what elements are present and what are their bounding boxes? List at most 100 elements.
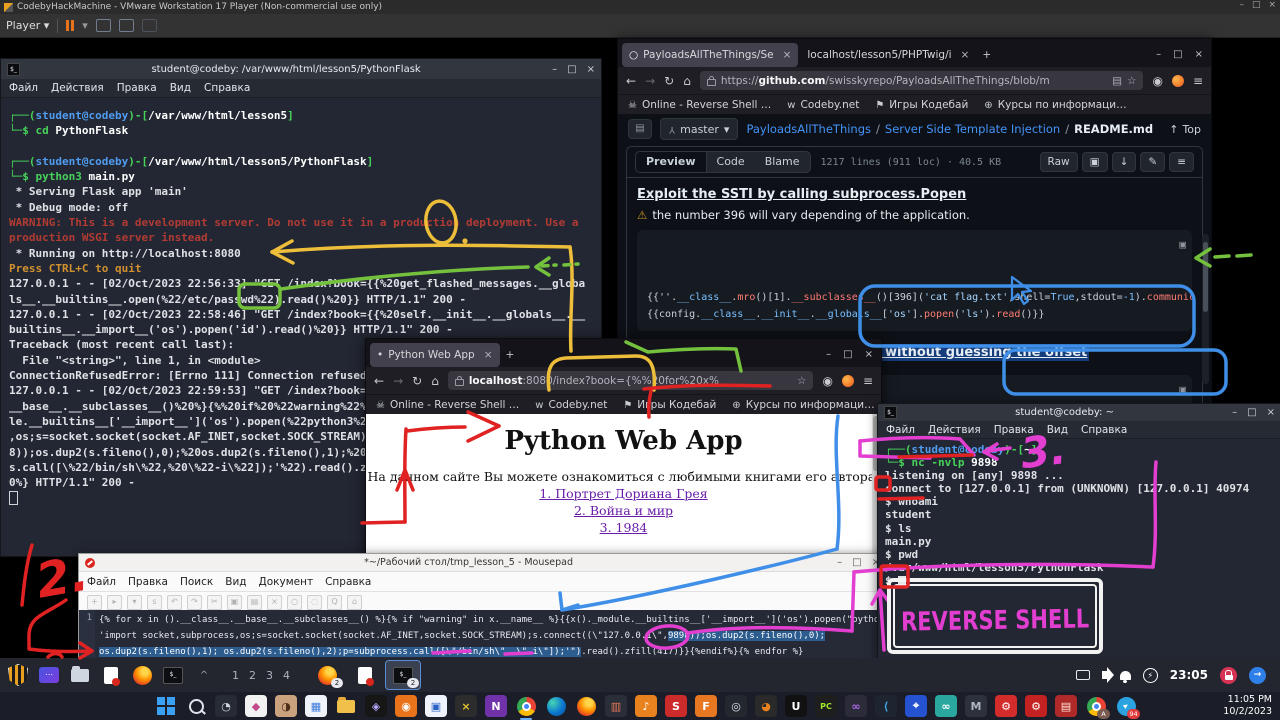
vmware-close-button[interactable]: × xyxy=(1268,0,1276,10)
menu-item[interactable]: Правка xyxy=(994,424,1034,436)
bookmark-courses[interactable]: ⊕Курсы по информаци… xyxy=(732,399,874,411)
toolbar-icon[interactable]: ↶ xyxy=(167,595,182,610)
text-editor-icon[interactable] xyxy=(99,663,123,687)
windows-clock[interactable]: 11:05 PM 10/2/2023 xyxy=(1223,694,1272,718)
close-button[interactable]: × xyxy=(1267,407,1275,418)
logout-icon[interactable]: → xyxy=(1249,667,1266,684)
raw-button[interactable]: Raw xyxy=(1040,152,1078,172)
vmware-maximize-button[interactable]: □ xyxy=(1252,0,1261,10)
toolbar-icon[interactable]: ✂ xyxy=(207,595,222,610)
workspace-4[interactable]: 4 xyxy=(280,669,293,682)
calendar-app-icon[interactable]: ▦ xyxy=(305,695,327,717)
maximize-button[interactable]: □ xyxy=(567,64,576,75)
firefox-account-icon[interactable] xyxy=(1172,75,1184,87)
menu-item[interactable]: Справка xyxy=(325,576,371,588)
lock-screen-icon[interactable] xyxy=(1220,667,1237,684)
toolbar-icon[interactable]: Q xyxy=(327,595,342,610)
tab-close-icon[interactable]: × xyxy=(783,49,792,61)
tab-close-icon[interactable]: × xyxy=(961,49,970,61)
portrait-app-icon[interactable]: ◑ xyxy=(275,695,297,717)
maximize-button[interactable]: □ xyxy=(852,557,861,568)
bookmark-codeby[interactable]: wCodeby.net xyxy=(787,99,859,111)
minimize-button[interactable]: – xyxy=(1232,407,1237,418)
onenote-app-icon[interactable]: N xyxy=(485,695,507,717)
firefox-browser-icon[interactable] xyxy=(575,695,597,717)
maximize-button[interactable]: □ xyxy=(843,349,852,360)
back-button[interactable]: ← xyxy=(626,74,636,88)
firefox-account-icon[interactable] xyxy=(842,375,854,387)
file-tree-icon[interactable]: ▤ xyxy=(628,119,652,139)
workspace-3[interactable]: 3 xyxy=(263,669,276,682)
breadcrumb-repo-link[interactable]: PayloadsAllTheThings xyxy=(746,122,871,136)
timer-app-icon[interactable]: ◉ xyxy=(395,695,417,717)
toolbar-icon[interactable]: ▾ xyxy=(127,595,142,610)
file-manager-icon[interactable] xyxy=(68,663,92,687)
toolbar-icon[interactable]: ▤ xyxy=(247,595,262,610)
reader-view-icon[interactable]: ▤ xyxy=(1112,75,1122,87)
notifications-icon[interactable] xyxy=(1120,671,1131,680)
colors-app-icon[interactable]: ◆ xyxy=(245,695,267,717)
menu-item[interactable]: Файл xyxy=(9,82,38,94)
scrollbar[interactable] xyxy=(1202,234,1209,384)
app-menu-button[interactable]: ≡ xyxy=(1193,74,1203,88)
falcon-app-icon[interactable]: M xyxy=(965,695,987,717)
suspend-dropdown[interactable]: ▾ xyxy=(82,19,88,32)
reload-button[interactable]: ↻ xyxy=(412,374,422,388)
toolbar-icon[interactable]: ▸ xyxy=(107,595,122,610)
menu-item[interactable]: Файл xyxy=(886,424,915,436)
search-button[interactable] xyxy=(185,695,207,717)
book-link[interactable]: 3. 1984 xyxy=(366,520,881,535)
workspace-2[interactable]: 2 xyxy=(246,669,259,682)
bookmark-codeby[interactable]: wCodeby.net xyxy=(535,399,607,411)
vscode-app-icon[interactable]: ⟨ xyxy=(875,695,897,717)
start-button[interactable] xyxy=(155,695,177,717)
back-button[interactable]: ← xyxy=(374,374,384,388)
edge-browser-icon[interactable] xyxy=(545,695,567,717)
red-gear-app-icon-1[interactable]: ⚙ xyxy=(995,695,1017,717)
menu-item[interactable]: Правка xyxy=(117,82,157,94)
back-to-top-link[interactable]: ↑Top xyxy=(1169,123,1201,136)
mousepad-editor[interactable]: 1 {% for x in ().__class__.__base__.__su… xyxy=(79,610,886,659)
home-button[interactable]: ⌂ xyxy=(683,74,691,88)
minimize-button[interactable]: – xyxy=(552,64,557,75)
toolbar-icon[interactable]: ↷ xyxy=(187,595,202,610)
vmware-titlebar[interactable]: CodebyHackMachine - VMware Workstation 1… xyxy=(0,0,1280,14)
app-menu-button[interactable]: ≡ xyxy=(863,374,873,388)
menu-item[interactable]: Действия xyxy=(51,82,104,94)
menu-item[interactable]: Справка xyxy=(204,82,250,94)
menu-item[interactable]: Вид xyxy=(225,576,246,588)
new-tab-button[interactable]: + xyxy=(982,49,991,61)
suspend-vm-button[interactable] xyxy=(66,20,74,31)
file-explorer-icon[interactable] xyxy=(335,695,357,717)
toolbar-icon[interactable]: s xyxy=(147,595,162,610)
close-button[interactable]: × xyxy=(587,64,595,75)
toolbar-icon[interactable]: ○ xyxy=(287,595,302,610)
reload-button[interactable]: ↻ xyxy=(664,74,674,88)
minimize-button[interactable]: – xyxy=(837,557,842,568)
workspace-1[interactable]: 1 xyxy=(229,669,242,682)
new-tab-button[interactable]: + xyxy=(506,349,515,361)
toolbar-icon[interactable]: × xyxy=(267,595,282,610)
pocket-icon[interactable]: ◉ xyxy=(822,374,832,388)
obsidian-app-icon[interactable]: ◈ xyxy=(365,695,387,717)
breadcrumb-folder-link[interactable]: Server Side Template Injection xyxy=(885,122,1060,136)
volume-icon[interactable] xyxy=(1102,671,1108,679)
minimize-button[interactable]: – xyxy=(1156,49,1161,60)
fullscreen-icon[interactable] xyxy=(119,19,134,32)
mousepad-titlebar[interactable]: *~/Рабочий стол/tmp_lesson_5 - Mousepad … xyxy=(79,554,886,572)
blender-app-icon[interactable]: ◕ xyxy=(755,695,777,717)
tab-payloadsallthethings[interactable]: ○ PayloadsAllTheThings/Se × xyxy=(622,43,798,67)
book-link[interactable]: 2. Война и мир xyxy=(366,503,881,518)
mousepad-window-button[interactable] xyxy=(348,661,382,689)
url-bar[interactable]: https://github.com/swisskyrepo/PayloadsA… xyxy=(700,71,1144,90)
tab-preview[interactable]: Preview xyxy=(636,152,707,172)
tab-code[interactable]: Code xyxy=(707,152,755,172)
terminal-window-button[interactable]: $_2 xyxy=(386,661,420,689)
telegram-app-icon[interactable]: ▸94 xyxy=(1115,695,1137,717)
bookmark-star-icon[interactable]: ☆ xyxy=(797,375,806,387)
vmware-minimize-button[interactable]: – xyxy=(1239,0,1244,10)
goggles-app-icon[interactable]: ∞ xyxy=(935,695,957,717)
bookmark-star-icon[interactable]: ☆ xyxy=(1127,75,1136,87)
terminal-flask-titlebar[interactable]: $_ student@codeby: /var/www/html/lesson5… xyxy=(1,59,601,79)
pycharm-app-icon[interactable]: PC xyxy=(815,695,837,717)
